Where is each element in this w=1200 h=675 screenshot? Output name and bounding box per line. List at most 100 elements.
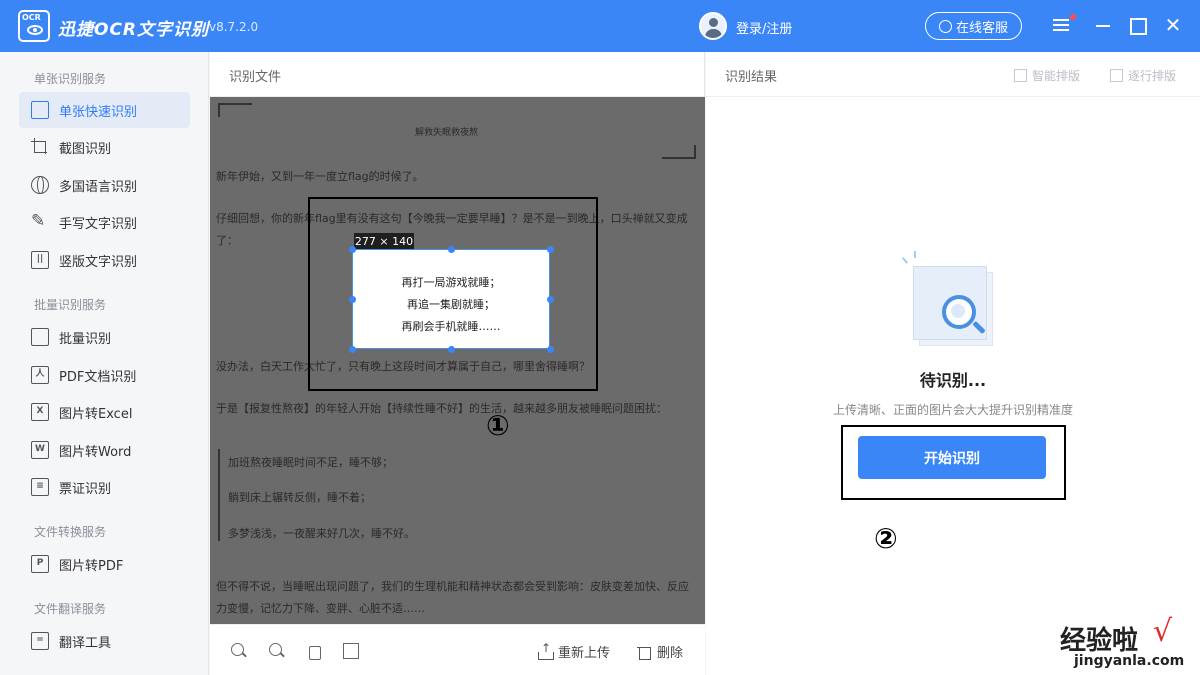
sidebar-item-batch[interactable]: 批量识别 — [19, 319, 190, 355]
resize-handle[interactable] — [349, 346, 356, 353]
file-panel-title: 识别文件 — [229, 70, 282, 85]
sidebar-item-translate[interactable]: = 翻译工具 — [19, 623, 190, 659]
doc-corner-mark — [218, 103, 252, 117]
notification-dot — [1070, 14, 1076, 20]
line-layout-button[interactable]: 逐行排版 — [1110, 67, 1176, 84]
excel-icon: X — [31, 403, 49, 421]
resize-handle[interactable] — [448, 346, 455, 353]
sparkle-icon — [914, 251, 916, 258]
watermark-text: 经验啦 — [1060, 626, 1139, 656]
doc-heading: 解救失眠救夜熬 — [415, 128, 479, 138]
section-title-convert: 文件转换服务 — [34, 525, 107, 539]
online-service-button[interactable]: 在线客服 — [925, 12, 1022, 40]
watermark-check-icon: √ — [1153, 614, 1173, 649]
selection-size-label: 277 × 140 — [354, 233, 414, 250]
card-icon: ≡ — [31, 478, 49, 496]
fit-screen-icon[interactable] — [343, 643, 359, 659]
sidebar-item-label: 票证识别 — [59, 481, 112, 497]
sidebar-item-vertical[interactable]: || 竖版文字识别 — [19, 242, 190, 278]
smart-layout-button[interactable]: 智能排版 — [1014, 67, 1080, 84]
selection-box[interactable]: 再打一局游戏就睡； 再追一集剧就睡； 再刷会手机就睡…… — [352, 249, 550, 349]
waiting-title: 待识别... — [919, 371, 987, 390]
resize-handle[interactable] — [448, 246, 455, 253]
sidebar-item-label: 批量识别 — [59, 331, 112, 347]
single-doc-icon — [31, 101, 49, 119]
resize-handle[interactable] — [349, 246, 356, 253]
sidebar-item-label: 翻译工具 — [59, 635, 112, 651]
maximize-icon[interactable] — [1126, 14, 1148, 36]
sidebar-item-excel[interactable]: X 图片转Excel — [19, 394, 190, 430]
resize-handle[interactable] — [547, 296, 554, 303]
sidebar-item-img-to-pdf[interactable]: P 图片转PDF — [19, 546, 190, 582]
start-recognition-button[interactable]: 开始识别 — [858, 436, 1046, 479]
sidebar-item-screenshot[interactable]: 截图识别 — [19, 129, 190, 165]
app-title: 迅捷OCR文字识别 — [58, 20, 210, 40]
file-toolbar: 重新上传 删除 — [210, 624, 705, 675]
sidebar-item-single-fast[interactable]: 单张快速识别 — [19, 92, 190, 128]
doc-line: 加班熬夜睡眠时间不足，睡不够； — [228, 456, 393, 469]
rotate-icon[interactable] — [306, 643, 322, 660]
reupload-button[interactable]: 重新上传 — [538, 641, 611, 661]
watermark-url: jingyanla.com — [1074, 653, 1185, 669]
line-layout-label: 逐行排版 — [1128, 69, 1177, 83]
document-preview[interactable]: 解救失眠救夜熬 新年伊始，又到一年一度立flag的时候了。 仔细回想，你的新年f… — [210, 97, 705, 624]
step-marker-2: ② — [874, 522, 898, 555]
waiting-tip: 上传清晰、正面的图片会大大提升识别精准度 — [832, 403, 1073, 417]
sidebar-item-handwriting[interactable]: 手写文字识别 — [19, 204, 190, 240]
menu-icon[interactable] — [1050, 14, 1072, 36]
minimize-icon[interactable] — [1092, 14, 1114, 36]
lines-icon — [1110, 69, 1123, 82]
crop-icon — [31, 138, 49, 156]
sidebar-item-label: 图片转Word — [59, 444, 132, 460]
user-avatar-icon[interactable] — [699, 12, 727, 40]
zoom-in-icon[interactable] — [231, 643, 247, 659]
result-panel: 识别结果 智能排版 逐行排版 待识别... 上传清晰、正面的图片会大大提升识别精… — [706, 52, 1200, 675]
title-bar: OCR 迅捷OCR文字识别 v8.7.2.0 登录/注册 在线客服 ✕ — [0, 0, 1200, 52]
section-title-translate: 文件翻译服务 — [34, 602, 107, 616]
translate-icon: = — [31, 632, 49, 650]
doc-line: 多梦浅浅，一夜醒来好几次，睡不好。 — [228, 527, 415, 540]
doc-line: 新年伊始，又到一年一度立flag的时候了。 — [216, 170, 424, 183]
batch-icon — [31, 328, 49, 346]
file-panel: 识别文件 解救失眠救夜熬 新年伊始，又到一年一度立flag的时候了。 仔细回想，… — [210, 52, 705, 675]
sidebar-item-label: 多国语言识别 — [59, 179, 138, 195]
online-service-label: 在线客服 — [955, 20, 1008, 36]
sidebar-item-label: 竖版文字识别 — [59, 254, 138, 270]
sidebar-item-card[interactable]: ≡ 票证识别 — [19, 469, 190, 505]
delete-button[interactable]: 删除 — [637, 642, 683, 661]
reupload-label: 重新上传 — [558, 646, 611, 661]
sidebar-item-multilang[interactable]: 多国语言识别 — [19, 167, 190, 203]
sidebar-item-pdf-recognize[interactable]: 人 PDF文档识别 — [19, 357, 190, 393]
doc-line: 但不得不说，当睡眠出现问题了，我们的生理机能和精神状态都会受到影响：皮肤变差加快… — [216, 580, 689, 593]
file-panel-header: 识别文件 — [210, 52, 704, 97]
app-logo-icon: OCR — [18, 10, 50, 42]
section-title-batch: 批量识别服务 — [34, 298, 107, 312]
sidebar-item-label: PDF文档识别 — [59, 369, 137, 385]
layout-icon — [1014, 69, 1027, 82]
login-register-link[interactable]: 登录/注册 — [736, 18, 792, 37]
sidebar-item-label: 手写文字识别 — [59, 216, 138, 232]
smart-layout-label: 智能排版 — [1032, 69, 1081, 83]
zoom-out-icon[interactable] — [269, 643, 285, 659]
result-panel-header: 识别结果 智能排版 逐行排版 — [706, 52, 1200, 97]
result-panel-title: 识别结果 — [725, 70, 778, 85]
globe-icon — [31, 176, 49, 194]
trash-icon — [637, 645, 651, 660]
resize-handle[interactable] — [547, 246, 554, 253]
app-version: v8.7.2.0 — [209, 20, 259, 34]
sidebar-item-label: 单张快速识别 — [59, 104, 138, 120]
word-icon: W — [31, 441, 49, 459]
quote-bar — [218, 449, 220, 541]
resize-handle[interactable] — [349, 296, 356, 303]
doc-line: 力变慢，记忆力下降、变胖、心脏不适…… — [216, 602, 425, 615]
section-title-single: 单张识别服务 — [34, 72, 107, 86]
resize-handle[interactable] — [547, 346, 554, 353]
pdf-icon: P — [31, 555, 49, 573]
doc-line: 躺到床上辗转反侧，睡不着； — [228, 491, 371, 504]
sparkle-icon — [901, 257, 909, 264]
doc-line: 于是【报复性熬夜】的年轻人开始【持续性睡不好】的生活，越来越多朋友被睡眠问题困扰… — [216, 402, 667, 415]
close-icon[interactable]: ✕ — [1162, 14, 1184, 36]
sidebar-item-word[interactable]: W 图片转Word — [19, 432, 190, 468]
selection-line: 再打一局游戏就睡； — [401, 276, 501, 289]
upload-icon — [538, 641, 554, 660]
